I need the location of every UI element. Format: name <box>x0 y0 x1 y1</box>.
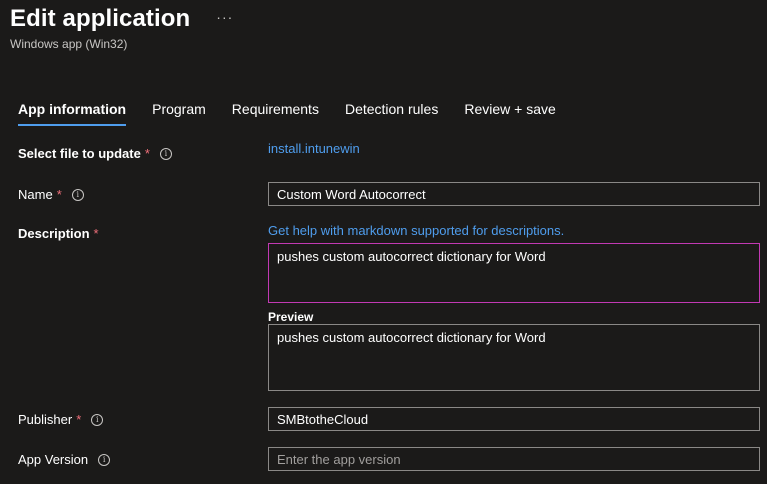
info-icon[interactable]: i <box>98 453 111 466</box>
name-label-text: Name <box>18 187 53 202</box>
selected-file-link[interactable]: install.intunewin <box>268 141 360 156</box>
description-label-text: Description <box>18 226 90 241</box>
select-file-label-text: Select file to update <box>18 146 141 161</box>
info-icon[interactable]: i <box>159 147 172 160</box>
more-icon[interactable]: ··· <box>216 9 233 25</box>
publisher-label-text: Publisher <box>18 412 73 427</box>
description-textarea[interactable]: pushes custom autocorrect dictionary for… <box>268 243 760 303</box>
info-icon[interactable]: i <box>71 188 84 201</box>
markdown-help-link[interactable]: Get help with markdown supported for des… <box>268 223 564 238</box>
app-version-input[interactable] <box>268 447 760 471</box>
required-marker: * <box>144 146 150 161</box>
page-subtitle: Windows app (Win32) <box>10 37 128 51</box>
info-icon[interactable]: i <box>91 413 104 426</box>
publisher-input[interactable] <box>268 407 760 431</box>
page-header: Edit application ··· Windows app (Win32) <box>10 5 233 51</box>
preview-label: Preview <box>268 310 314 324</box>
tab-review-save[interactable]: Review + save <box>464 101 555 126</box>
page-title: Edit application <box>10 5 191 32</box>
app-version-label-text: App Version <box>18 452 89 467</box>
required-marker: * <box>93 226 99 241</box>
description-preview: pushes custom autocorrect dictionary for… <box>268 324 760 391</box>
tab-app-information[interactable]: App information <box>18 101 127 126</box>
name-input[interactable] <box>268 182 760 206</box>
tab-detection-rules[interactable]: Detection rules <box>345 101 438 126</box>
publisher-label: Publisher * i <box>18 412 104 427</box>
required-marker: * <box>56 187 62 202</box>
app-version-label: App Version i <box>18 452 111 467</box>
tab-program[interactable]: Program <box>152 101 206 126</box>
tab-bar: App information Program Requirements Det… <box>18 101 582 126</box>
name-label: Name * i <box>18 187 84 202</box>
select-file-label: Select file to update * i <box>18 146 172 161</box>
description-label: Description * <box>18 226 99 241</box>
title-row: Edit application ··· <box>10 5 233 33</box>
tab-requirements[interactable]: Requirements <box>232 101 319 126</box>
required-marker: * <box>76 412 82 427</box>
